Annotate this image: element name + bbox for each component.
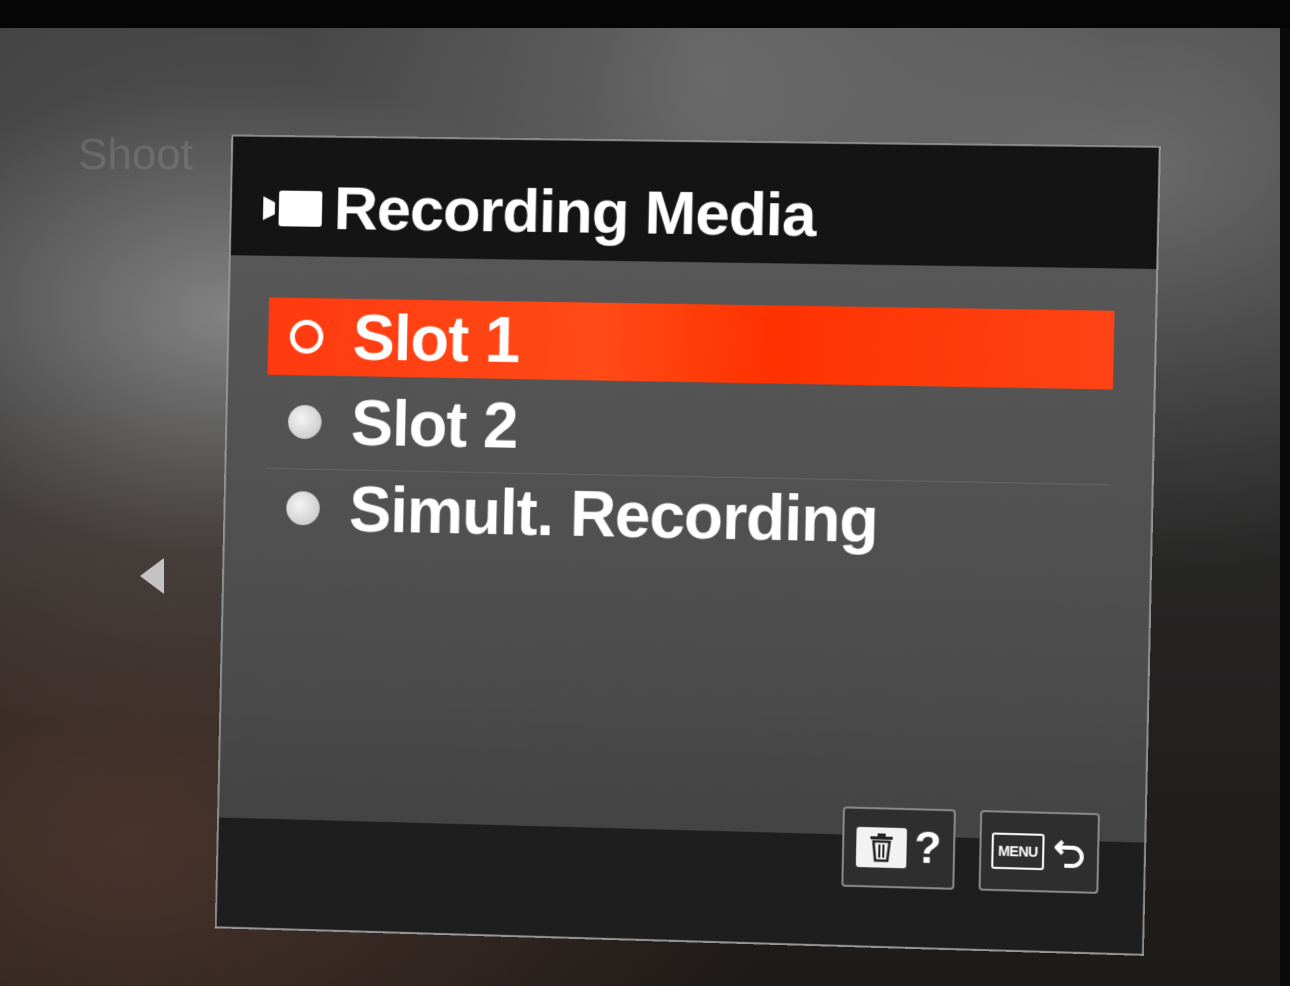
menu-back-button[interactable]: MENU — [978, 810, 1100, 894]
option-simult-recording[interactable]: Simult. Recording — [263, 467, 1111, 565]
option-label: Simult. Recording — [348, 473, 879, 557]
recording-media-dialog: Recording Media Slot 1 Slot 2 Simult. Re… — [214, 134, 1161, 956]
return-arrow-icon — [1052, 835, 1087, 870]
option-slot-1[interactable]: Slot 1 — [267, 297, 1115, 390]
left-arrow-icon[interactable] — [140, 558, 164, 594]
radio-selected-icon — [289, 319, 324, 354]
help-label: ? — [913, 823, 942, 874]
media-options-list: Slot 1 Slot 2 Simult. Recording — [263, 297, 1115, 572]
dialog-header: Recording Media — [230, 136, 1159, 270]
trash-icon — [855, 826, 907, 869]
background-menu-title: Shoot — [78, 130, 193, 179]
menu-label: MENU — [991, 832, 1045, 871]
camera-bezel — [1280, 28, 1290, 986]
option-label: Slot 2 — [350, 387, 519, 462]
help-button[interactable]: ? — [841, 806, 956, 890]
radio-unselected-icon — [287, 404, 322, 440]
movie-camera-icon — [262, 190, 323, 227]
option-label: Slot 1 — [352, 301, 520, 377]
radio-unselected-icon — [285, 491, 321, 526]
option-slot-2[interactable]: Slot 2 — [266, 383, 1113, 477]
dialog-title: Recording Media — [333, 174, 817, 250]
